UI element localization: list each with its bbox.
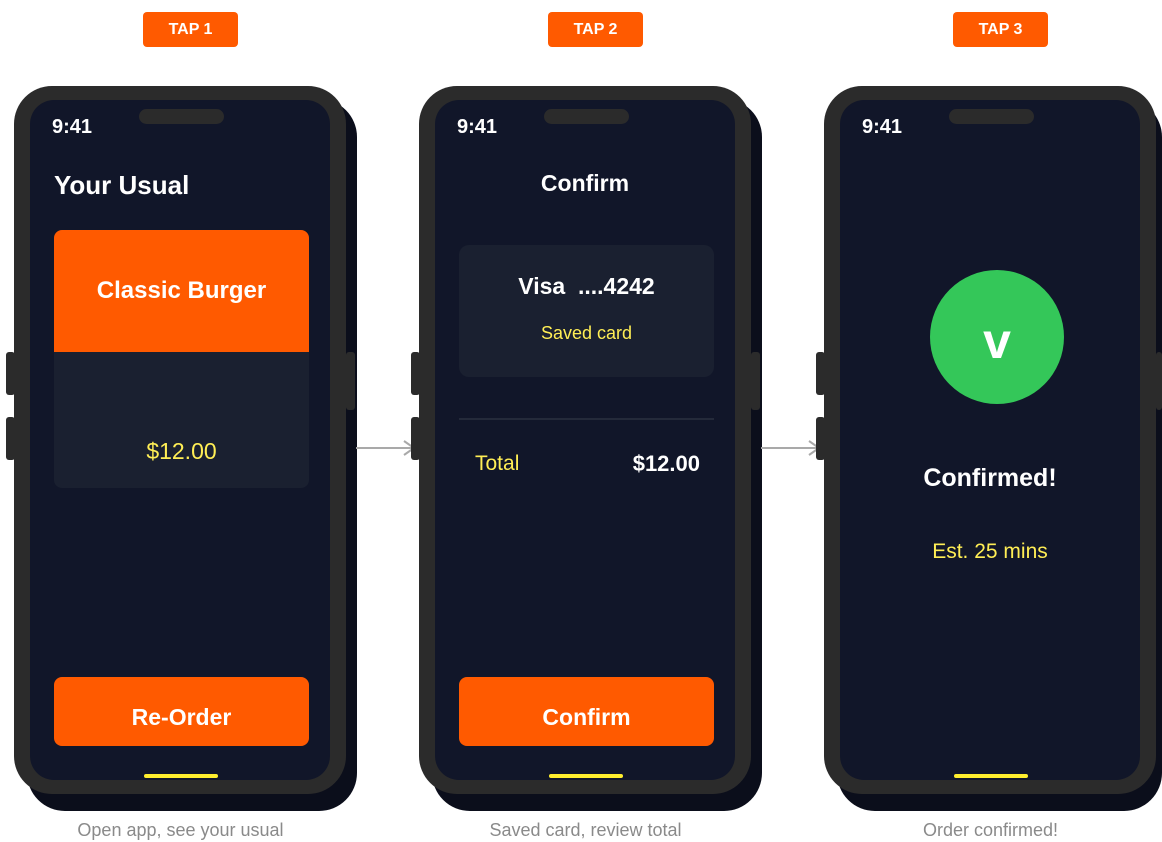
arrow-right-icon [356, 440, 416, 456]
usual-item-card[interactable]: Classic Burger $12.00 [54, 230, 309, 488]
phone-frame: 9:41 v Confirmed! Est. 25 mins [824, 86, 1156, 794]
power-button [1156, 352, 1162, 410]
divider [459, 418, 714, 420]
notch [544, 109, 629, 124]
item-price: $12.00 [146, 438, 217, 464]
phone-frame: 9:41 Your Usual Classic Burger $12.00 Re… [14, 86, 346, 794]
tap-3-badge: TAP 3 [953, 12, 1048, 47]
caption-2: Saved card, review total [489, 820, 682, 840]
status-time: 9:41 [862, 116, 903, 138]
confirm-button[interactable]: Confirm [459, 677, 714, 746]
home-indicator [549, 774, 623, 778]
card-subtitle: Saved card [540, 323, 633, 343]
home-indicator [144, 774, 218, 778]
phone-screen: 9:41 Confirm Visa ....4242 Saved card To… [435, 100, 735, 780]
status-time: 9:41 [457, 116, 498, 138]
power-button [751, 352, 760, 410]
total-value: $12.00 [632, 451, 700, 476]
screen-title: Confirm [540, 170, 630, 196]
item-name: Classic Burger [54, 230, 309, 352]
phone-1: 9:41 Your Usual Classic Burger $12.00 Re… [6, 86, 361, 811]
phone-screen: 9:41 v Confirmed! Est. 25 mins [840, 100, 1140, 780]
tap-2-badge: TAP 2 [548, 12, 643, 47]
home-indicator [954, 774, 1028, 778]
power-button [346, 352, 355, 410]
total-label: Total [475, 452, 520, 475]
eta-text: Est. 25 mins [932, 540, 1048, 563]
arrow-right-icon [761, 440, 821, 456]
screen-title: Your Usual [54, 170, 190, 200]
status-time: 9:41 [52, 116, 93, 138]
notch [139, 109, 224, 124]
check-icon: v [930, 270, 1064, 404]
reorder-button[interactable]: Re-Order [54, 677, 309, 746]
saved-card[interactable]: Visa ....4242 Saved card [459, 245, 714, 377]
phone-3: 9:41 v Confirmed! Est. 25 mins [816, 86, 1162, 811]
caption-3: Order confirmed! [922, 820, 1059, 840]
phone-screen: 9:41 Your Usual Classic Burger $12.00 Re… [30, 100, 330, 780]
tap-1-badge: TAP 1 [143, 12, 238, 47]
notch [949, 109, 1034, 124]
caption-1: Open app, see your usual [77, 820, 284, 840]
card-number: Visa ....4242 [518, 273, 655, 299]
phone-2: 9:41 Confirm Visa ....4242 Saved card To… [411, 86, 766, 811]
phone-frame: 9:41 Confirm Visa ....4242 Saved card To… [419, 86, 751, 794]
confirmed-title: Confirmed! [923, 464, 1057, 492]
